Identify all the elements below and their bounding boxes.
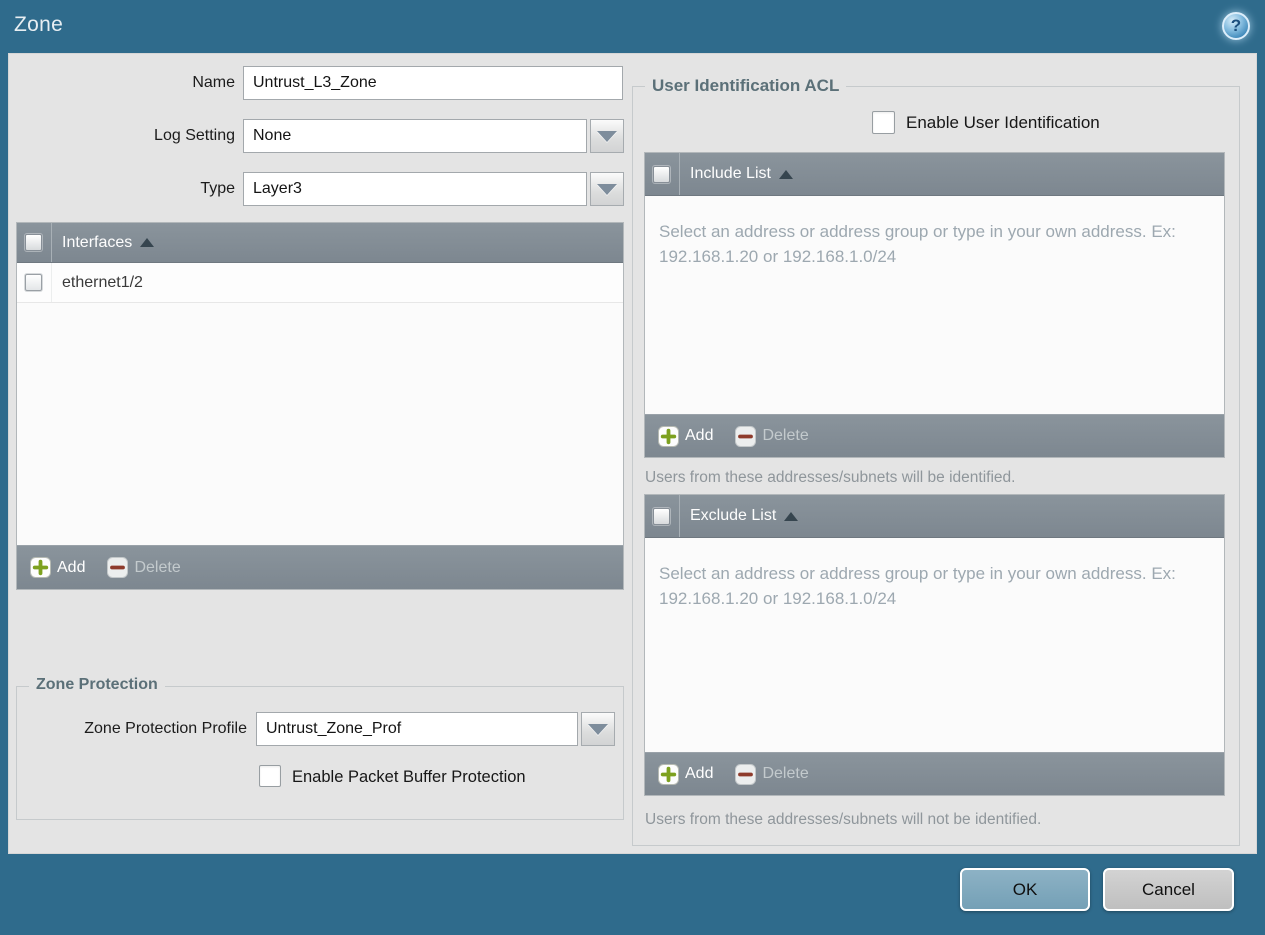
cancel-button[interactable]: Cancel — [1103, 868, 1234, 911]
delete-button-label: Delete — [134, 558, 181, 576]
name-input[interactable] — [243, 66, 623, 100]
header-divider — [51, 223, 52, 262]
exclude-add-button[interactable]: Add — [658, 763, 714, 785]
row-divider — [51, 263, 52, 302]
help-icon[interactable]: ? — [1222, 12, 1250, 40]
zone-protection-legend: Zone Protection — [29, 676, 165, 694]
add-plus-icon — [30, 557, 51, 578]
exclude-column-header[interactable]: Exclude List — [690, 507, 799, 525]
sort-ascending-icon — [140, 238, 155, 247]
enable-user-identification-label[interactable]: Enable User Identification — [906, 113, 1100, 133]
type-label: Type — [200, 180, 235, 197]
include-delete-button[interactable]: Delete — [735, 425, 809, 447]
log-setting-dropdown-button[interactable] — [590, 119, 624, 153]
include-list-toolbar: Add Delete — [645, 414, 1224, 457]
add-button-label: Add — [685, 427, 714, 444]
delete-button-label: Delete — [762, 427, 809, 444]
include-column-label: Include List — [690, 165, 771, 182]
zone-protection-profile-input[interactable] — [256, 712, 578, 746]
interface-row-checkbox[interactable] — [25, 274, 42, 291]
exclude-list-toolbar: Add Delete — [645, 752, 1224, 795]
interfaces-column-header[interactable]: Interfaces — [62, 233, 155, 252]
user-identification-legend: User Identification ACL — [645, 76, 847, 96]
log-setting-label: Log Setting — [154, 127, 235, 144]
include-column-header[interactable]: Include List — [690, 165, 793, 183]
interfaces-column-label: Interfaces — [62, 233, 133, 251]
interfaces-select-all-checkbox[interactable] — [25, 234, 42, 251]
delete-minus-icon — [735, 425, 757, 447]
delete-minus-icon — [735, 763, 757, 785]
interface-row[interactable]: ethernet1/2 — [17, 263, 623, 303]
ok-button[interactable]: OK — [960, 868, 1090, 911]
add-button-label: Add — [685, 765, 714, 782]
include-add-button[interactable]: Add — [658, 425, 714, 447]
interfaces-table-header: Interfaces — [17, 223, 623, 263]
packet-buffer-protection-label[interactable]: Enable Packet Buffer Protection — [292, 768, 526, 787]
exclude-list-note: Users from these addresses/subnets will … — [645, 811, 1042, 828]
log-setting-input[interactable] — [243, 119, 587, 153]
exclude-list-placeholder: Select an address or address group or ty… — [659, 564, 1176, 608]
sort-ascending-icon — [778, 169, 793, 179]
exclude-list-header: Exclude List — [645, 495, 1224, 538]
include-list-table: Include List Select an address or addres… — [644, 152, 1225, 458]
interfaces-add-button[interactable]: Add — [30, 557, 85, 578]
add-button-label: Add — [57, 558, 86, 576]
exclude-list-table: Exclude List Select an address or addres… — [644, 494, 1225, 796]
chevron-down-icon — [588, 723, 608, 735]
dialog-title: Zone — [14, 13, 64, 36]
include-list-note: Users from these addresses/subnets will … — [645, 469, 1016, 486]
exclude-column-label: Exclude List — [690, 507, 777, 524]
add-plus-icon — [658, 763, 679, 785]
zone-protection-section: Zone Protection — [16, 676, 624, 820]
interfaces-table-toolbar: Add Delete — [17, 545, 623, 589]
delete-minus-icon — [107, 557, 129, 578]
include-list-placeholder: Select an address or address group or ty… — [659, 222, 1176, 266]
exclude-delete-button[interactable]: Delete — [735, 763, 809, 785]
type-input[interactable] — [243, 172, 587, 206]
interfaces-delete-button[interactable]: Delete — [107, 557, 181, 578]
delete-button-label: Delete — [762, 765, 809, 782]
sort-ascending-icon — [784, 511, 799, 521]
zone-protection-profile-label: Zone Protection Profile — [84, 720, 247, 737]
header-divider — [679, 495, 680, 537]
exclude-list-body[interactable]: Select an address or address group or ty… — [645, 538, 1224, 752]
chevron-down-icon — [597, 183, 617, 195]
include-list-body[interactable]: Select an address or address group or ty… — [645, 196, 1224, 414]
zone-protection-profile-dropdown-button[interactable] — [581, 712, 615, 746]
include-list-header: Include List — [645, 153, 1224, 196]
type-dropdown-button[interactable] — [590, 172, 624, 206]
enable-user-identification-checkbox[interactable] — [872, 111, 895, 134]
interfaces-table-body: ethernet1/2 — [17, 263, 623, 545]
interface-name: ethernet1/2 — [62, 273, 143, 291]
include-select-all-checkbox[interactable] — [653, 165, 670, 183]
chevron-down-icon — [597, 130, 617, 142]
packet-buffer-protection-checkbox[interactable] — [259, 765, 281, 787]
header-divider — [679, 153, 680, 195]
add-plus-icon — [658, 425, 679, 447]
name-label: Name — [192, 74, 235, 91]
exclude-select-all-checkbox[interactable] — [653, 507, 670, 525]
interfaces-table: Interfaces ethernet1/2 Add Delete — [16, 222, 624, 590]
